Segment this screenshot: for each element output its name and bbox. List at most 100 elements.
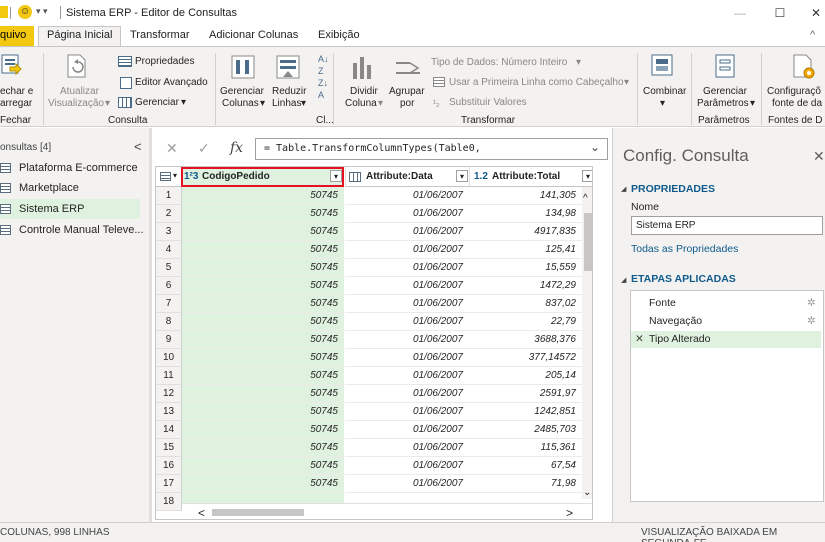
cell-total[interactable]: 125,41 <box>469 241 582 259</box>
maximize-button[interactable]: ☐ <box>760 2 800 24</box>
cell-codigopedido[interactable]: 50745 <box>182 241 344 259</box>
cell-codigopedido[interactable]: 50745 <box>182 439 344 457</box>
manage-parameters-icon[interactable] <box>714 53 736 82</box>
collapse-triangle-icon[interactable]: ◢ <box>621 185 626 193</box>
cell-data[interactable]: 01/06/2007 <box>345 277 469 295</box>
cell-total[interactable]: 837,02 <box>469 295 582 313</box>
filter-dropdown-icon[interactable]: ▾ <box>582 170 592 182</box>
use-first-row-icon[interactable] <box>433 77 445 87</box>
cell-total[interactable]: 2485,703 <box>469 421 582 439</box>
group-by-label-2[interactable]: por <box>400 98 414 110</box>
step-navegacao[interactable]: Navegação ✲ <box>631 313 821 330</box>
cell-data[interactable]: 01/06/2007 <box>345 475 469 493</box>
properties-button[interactable]: Propriedades <box>135 56 194 68</box>
row-number[interactable]: 16 <box>156 457 182 475</box>
data-source-settings-label-2[interactable]: fonte de da <box>772 98 822 110</box>
cell-total[interactable]: 71,98 <box>469 475 582 493</box>
split-column-label-1[interactable]: Dividir <box>350 86 378 98</box>
cell-total[interactable]: 115,361 <box>469 439 582 457</box>
date-type-icon[interactable] <box>349 172 361 182</box>
split-column-dropdown-icon[interactable]: ▾ <box>378 98 383 110</box>
cell-total[interactable]: 141,305 <box>469 187 582 205</box>
data-type-button[interactable]: Tipo de Dados: Número Inteiro <box>431 57 567 69</box>
cell-data[interactable]: 01/06/2007 <box>345 457 469 475</box>
manage-dropdown-icon[interactable]: ▾ <box>181 97 186 109</box>
row-number[interactable]: 1 <box>156 187 182 205</box>
delete-step-icon[interactable]: ✕ <box>635 331 644 348</box>
row-number[interactable]: 5 <box>156 259 182 277</box>
cell-codigopedido[interactable]: 50745 <box>182 187 344 205</box>
grid-corner[interactable]: ▾ <box>156 167 182 187</box>
row-number[interactable]: 4 <box>156 241 182 259</box>
cell-data[interactable]: 01/06/2007 <box>345 367 469 385</box>
cell-data[interactable]: 01/06/2007 <box>345 205 469 223</box>
pane-divider[interactable] <box>149 128 152 522</box>
cell-total[interactable]: 67,54 <box>469 457 582 475</box>
scroll-left-icon[interactable]: < <box>198 506 205 519</box>
scroll-up-icon[interactable]: ^ <box>583 193 588 204</box>
row-number[interactable]: 18 <box>156 493 182 511</box>
close-load-label-1[interactable]: echar e <box>0 86 33 98</box>
split-column-label-2[interactable]: Coluna <box>345 98 377 110</box>
close-pane-button[interactable]: ✕ <box>813 148 825 165</box>
row-number[interactable]: 9 <box>156 331 182 349</box>
data-type-dropdown-icon[interactable]: ▾ <box>576 57 581 69</box>
cell-codigopedido[interactable]: 50745 <box>182 223 344 241</box>
cell-data[interactable]: 01/06/2007 <box>345 313 469 331</box>
cell-codigopedido[interactable]: 50745 <box>182 421 344 439</box>
step-settings-icon[interactable]: ✲ <box>807 313 816 330</box>
smiley-icon[interactable]: ☺ <box>18 5 32 19</box>
cell-data[interactable]: 01/06/2007 <box>345 421 469 439</box>
quick-access-dropdown-icon[interactable]: ▾ ▾ <box>36 6 48 17</box>
row-number[interactable]: 3 <box>156 223 182 241</box>
table-menu-dropdown-icon[interactable]: ▾ <box>173 171 177 180</box>
cell-codigopedido[interactable]: 50745 <box>182 331 344 349</box>
manage-columns-dropdown-icon[interactable]: ▾ <box>260 98 265 110</box>
decimal-type-icon[interactable]: 1.2 <box>474 171 488 182</box>
step-fonte[interactable]: Fonte ✲ <box>631 295 821 312</box>
advanced-editor-button[interactable]: Editor Avançado <box>135 77 208 89</box>
close-load-icon[interactable] <box>0 53 22 77</box>
cell-data[interactable]: 01/06/2007 <box>345 223 469 241</box>
collapse-triangle-icon[interactable]: ◢ <box>621 276 626 284</box>
query-item-marketplace[interactable]: Marketplace <box>0 178 140 198</box>
cell-codigopedido[interactable]: 50745 <box>182 403 344 421</box>
collapse-pane-button[interactable]: < <box>134 139 142 154</box>
cell-data[interactable]: 01/06/2007 <box>345 259 469 277</box>
row-number[interactable]: 7 <box>156 295 182 313</box>
column-header-data[interactable]: Attribute:Data ▾ <box>345 167 469 187</box>
manage-parameters-dropdown-icon[interactable]: ▾ <box>750 98 755 110</box>
collapse-ribbon-icon[interactable]: ^ <box>810 29 815 41</box>
cancel-formula-button[interactable]: ✕ <box>166 140 178 157</box>
cell-total[interactable]: 1472,29 <box>469 277 582 295</box>
row-number[interactable]: 6 <box>156 277 182 295</box>
manage-columns-label-1[interactable]: Gerenciar <box>220 86 264 98</box>
tab-exibicao[interactable]: Exibição <box>318 29 360 41</box>
cell-data[interactable]: 01/06/2007 <box>345 331 469 349</box>
manage-parameters-label-1[interactable]: Gerenciar <box>703 86 747 98</box>
cell-codigopedido[interactable]: 50745 <box>182 385 344 403</box>
column-header-total[interactable]: 1.2 Attribute:Total ▾ <box>469 167 592 187</box>
cell-total[interactable]: 4917,835 <box>469 223 582 241</box>
table-menu-icon[interactable] <box>160 172 171 181</box>
cell-codigopedido[interactable]: 50745 <box>182 349 344 367</box>
refresh-preview-label-2[interactable]: Visualização <box>48 98 104 110</box>
combine-icon[interactable] <box>651 53 673 80</box>
filter-dropdown-icon[interactable]: ▾ <box>456 170 468 182</box>
scroll-thumb[interactable] <box>584 213 592 271</box>
choose-columns-icon[interactable] <box>231 55 255 82</box>
tab-pagina-inicial[interactable]: Página Inicial <box>38 26 122 47</box>
row-number[interactable]: 13 <box>156 403 182 421</box>
tab-adicionar-colunas[interactable]: Adicionar Colunas <box>209 29 298 41</box>
step-tipo-alterado[interactable]: ✕ Tipo Alterado <box>631 331 821 348</box>
scroll-down-icon[interactable]: ⌄ <box>583 487 591 498</box>
cell-total[interactable]: 134,98 <box>469 205 582 223</box>
cell-codigopedido[interactable]: 50745 <box>182 277 344 295</box>
refresh-preview-icon[interactable] <box>64 53 88 82</box>
step-settings-icon[interactable]: ✲ <box>807 295 816 312</box>
query-item-controle-manual[interactable]: Controle Manual Televe... <box>0 220 144 240</box>
scroll-right-icon[interactable]: > <box>566 506 573 519</box>
row-number[interactable]: 8 <box>156 313 182 331</box>
replace-values-icon[interactable]: ¹₂ <box>433 97 440 109</box>
sort-desc-icon[interactable]: Z↓ A <box>318 77 328 101</box>
